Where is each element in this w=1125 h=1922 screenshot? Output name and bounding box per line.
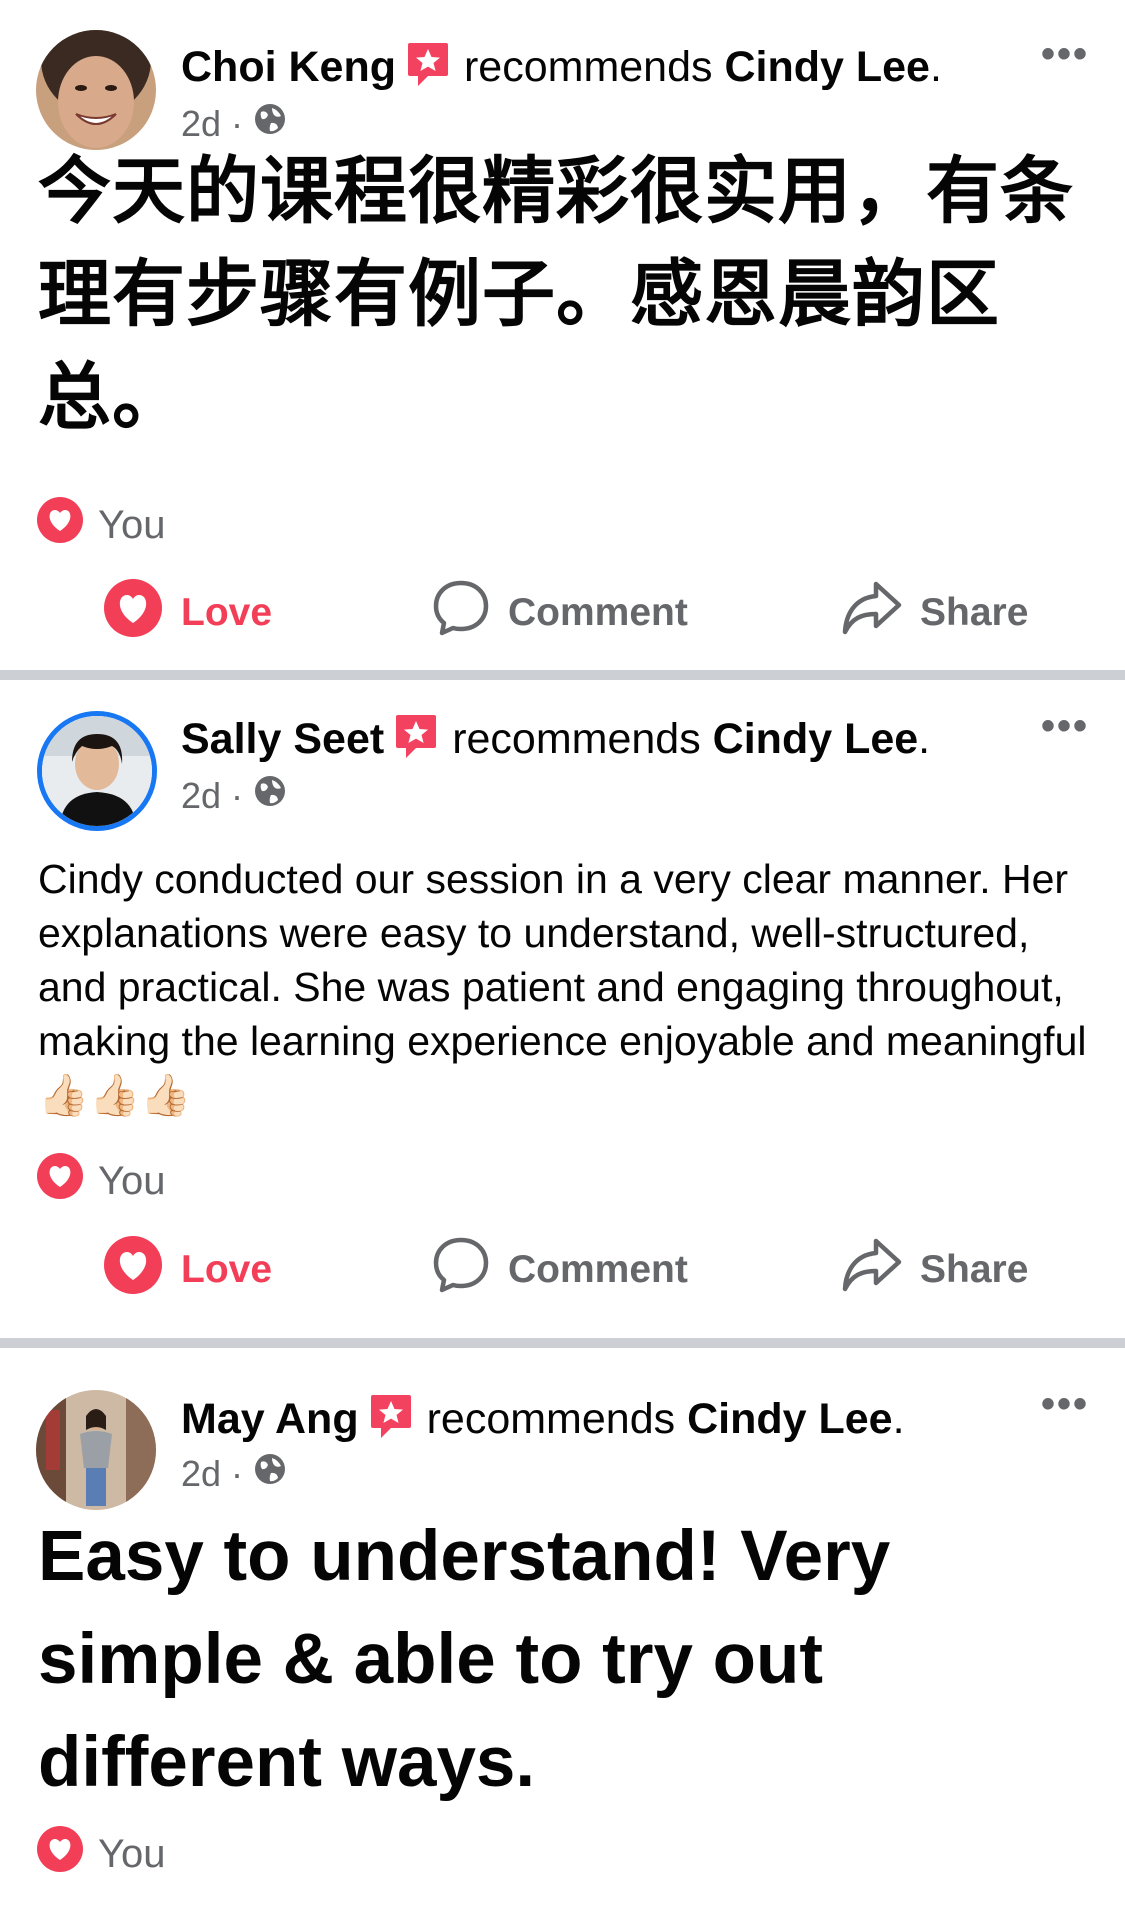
post-time[interactable]: 2d xyxy=(181,103,221,145)
share-icon xyxy=(842,580,902,646)
comment-label: Comment xyxy=(508,1248,688,1291)
comment-icon xyxy=(432,579,490,647)
post-separator xyxy=(0,1338,1125,1348)
heart-icon xyxy=(103,1235,163,1305)
recommends-label: recommends xyxy=(463,43,713,91)
recommends-label: recommends xyxy=(452,715,701,763)
recommends-label: recommends xyxy=(426,1395,676,1443)
share-button[interactable]: Share xyxy=(842,580,1028,646)
heart-icon xyxy=(36,1825,84,1883)
period: . xyxy=(929,43,942,91)
reactions-summary[interactable]: You xyxy=(36,1825,166,1883)
post-text: Cindy conducted our session in a very cl… xyxy=(38,856,1087,1118)
action-bar: Love Comment Share xyxy=(0,1230,1125,1310)
post-2: Sally Seet recommends Cindy Lee. ••• 2d ·… xyxy=(0,680,1125,1338)
avatar[interactable] xyxy=(36,1390,156,1510)
recommend-icon xyxy=(394,712,438,772)
post-1: Choi Keng recommends Cindy Lee. ••• 2d · … xyxy=(0,0,1125,670)
post-3: May Ang recommends Cindy Lee. ••• 2d · Ea… xyxy=(0,1348,1125,1922)
page-name[interactable]: Cindy Lee xyxy=(713,715,919,763)
reaction-you-label: You xyxy=(98,502,166,547)
meta-separator: · xyxy=(231,102,244,144)
comment-button[interactable]: Comment xyxy=(432,579,688,647)
page-name[interactable]: Cindy Lee xyxy=(724,43,930,91)
avatar[interactable] xyxy=(36,30,156,150)
share-icon xyxy=(842,1237,902,1303)
post-separator xyxy=(0,670,1125,680)
reactions-summary[interactable]: You xyxy=(36,1152,166,1210)
heart-icon xyxy=(36,1152,84,1210)
avatar[interactable] xyxy=(42,716,152,826)
meta-separator: · xyxy=(231,1452,244,1494)
reaction-you-label: You xyxy=(98,1158,166,1203)
globe-icon xyxy=(253,102,287,145)
author-name[interactable]: Sally Seet xyxy=(181,715,384,763)
globe-icon xyxy=(253,1452,287,1495)
post-header: May Ang recommends Cindy Lee. xyxy=(181,1392,1035,1452)
share-label: Share xyxy=(920,1248,1029,1291)
love-button[interactable]: Love xyxy=(103,578,272,648)
globe-icon xyxy=(253,774,287,817)
post-meta: 2d · xyxy=(181,774,287,817)
comment-label: Comment xyxy=(508,591,688,634)
post-meta: 2d · xyxy=(181,1452,287,1495)
post-text: 今天的课程很精彩很实用，有条理有步骤有例子。感恩晨韵区总。 xyxy=(38,151,1074,438)
reactions-summary[interactable]: You xyxy=(36,496,166,554)
more-icon[interactable]: ••• xyxy=(1041,706,1089,746)
share-label: Share xyxy=(920,591,1029,634)
period: . xyxy=(892,1395,905,1443)
more-icon[interactable]: ••• xyxy=(1041,1384,1089,1424)
love-label: Love xyxy=(181,1248,273,1291)
post-time[interactable]: 2d xyxy=(181,775,221,817)
recommend-icon xyxy=(369,1392,413,1452)
page-name[interactable]: Cindy Lee xyxy=(687,1395,893,1443)
heart-icon xyxy=(103,578,163,648)
period: . xyxy=(918,715,931,763)
post-header: Sally Seet recommends Cindy Lee. xyxy=(181,712,1035,772)
love-button[interactable]: Love xyxy=(103,1235,272,1305)
comment-button[interactable]: Comment xyxy=(432,1236,688,1304)
post-header: Choi Keng recommends Cindy Lee. xyxy=(181,40,1035,100)
share-button[interactable]: Share xyxy=(842,1237,1028,1303)
post-text: Easy to understand! Very simple & able t… xyxy=(38,1517,891,1802)
more-icon[interactable]: ••• xyxy=(1041,34,1089,74)
recommend-icon xyxy=(406,40,450,100)
meta-separator: · xyxy=(231,774,244,816)
post-meta: 2d · xyxy=(181,102,287,145)
comment-icon xyxy=(432,1236,490,1304)
post-time[interactable]: 2d xyxy=(181,1453,221,1495)
author-name[interactable]: May Ang xyxy=(181,1395,359,1443)
heart-icon xyxy=(36,496,84,554)
action-bar: Love Comment Share xyxy=(0,573,1125,653)
author-name[interactable]: Choi Keng xyxy=(181,43,396,91)
love-label: Love xyxy=(181,591,273,634)
reaction-you-label: You xyxy=(98,1831,166,1876)
